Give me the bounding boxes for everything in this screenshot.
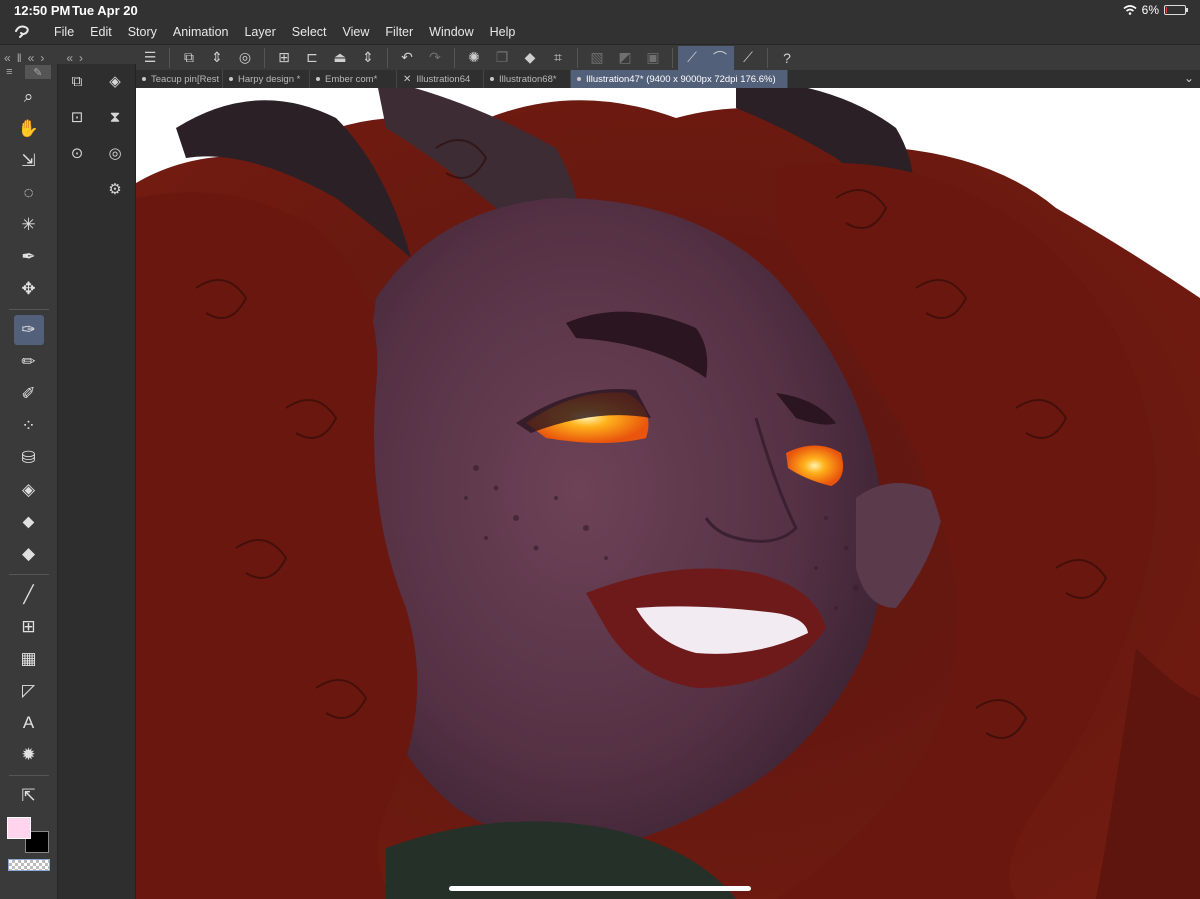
palette-menu-icon[interactable]: ≡ <box>6 66 12 78</box>
menu-layer[interactable]: Layer <box>236 21 283 43</box>
color-swatches <box>6 817 51 857</box>
home-indicator[interactable] <box>449 886 751 891</box>
spiral-icon[interactable]: ◎ <box>231 46 259 70</box>
text-icon[interactable]: A <box>14 708 44 738</box>
layer-settings-icon[interactable]: ⚙ <box>96 175 134 203</box>
open-folder-icon[interactable]: ⊏ <box>298 46 326 70</box>
command-bar: « ‖ « › « › ☰ ⧉ ⇕ ◎ ⊞ ⊏ ⏏ ⇕ ↶ ↷ ✺ ❐ ◆ ⌗ … <box>0 44 1200 70</box>
redo-icon[interactable]: ↷ <box>421 46 449 70</box>
top-bar: 12:50 PM Tue Apr 20 6% File Edit Story A… <box>0 0 1200 44</box>
copy-icon[interactable]: ❐ <box>488 46 516 70</box>
fill-icon[interactable]: ◈ <box>14 475 44 505</box>
battery-percent: 6% <box>1141 3 1159 17</box>
magic-wand-icon[interactable]: ✳ <box>14 210 44 240</box>
loading-icon[interactable]: ✺ <box>460 46 488 70</box>
layer-search-icon[interactable]: ◎ <box>96 139 134 167</box>
airbrush-icon[interactable]: ⁘ <box>14 411 44 441</box>
snap-special-icon[interactable]: ⌒ <box>706 45 734 70</box>
lasso-icon[interactable]: ◌ <box>14 178 44 208</box>
layer-add-icon[interactable]: ⧗ <box>96 103 134 131</box>
tab-illustration47[interactable]: Illustration47* (9400 x 9000px 72dpi 176… <box>571 70 788 88</box>
collapse-left-icon[interactable]: « <box>4 51 11 65</box>
pencil-icon[interactable]: ✏ <box>14 347 44 377</box>
menu-view[interactable]: View <box>335 21 378 43</box>
brush-icon[interactable]: ✐ <box>14 379 44 409</box>
status-date: Tue Apr 20 <box>72 3 138 18</box>
snap-ruler-icon[interactable]: ⟋ <box>678 45 706 70</box>
grip-icon[interactable]: ‖ <box>17 51 22 65</box>
save-icon[interactable]: ⏏ <box>326 46 354 70</box>
drawing-canvas[interactable] <box>136 88 1200 899</box>
grip-icon[interactable]: › <box>40 51 44 65</box>
eyedropper-icon[interactable]: ✒ <box>14 242 44 272</box>
expand-right-icon[interactable]: › <box>79 51 83 65</box>
menu-window[interactable]: Window <box>421 21 481 43</box>
tab-illustration68[interactable]: Illustration68* <box>484 70 571 88</box>
collapse-left-icon[interactable]: « <box>66 51 73 65</box>
chevron-down-icon[interactable]: ⌄ <box>1184 71 1194 85</box>
tab-teacup-pin[interactable]: Teacup pin[Rest <box>136 70 223 88</box>
layer-stack-icon[interactable]: ◈ <box>96 67 134 95</box>
reference-icon[interactable]: ⊡ <box>58 103 96 131</box>
close-icon[interactable]: ✕ <box>403 74 411 85</box>
transform-icon[interactable]: ⧉ <box>175 46 203 70</box>
blend-icon[interactable]: ◆ <box>14 539 44 569</box>
help-icon[interactable]: ? <box>773 46 801 70</box>
status-time: 12:50 PM <box>14 3 71 18</box>
status-indicators: 6% <box>1123 3 1188 17</box>
menu-select[interactable]: Select <box>284 21 335 43</box>
artwork <box>136 88 1200 899</box>
menu-story[interactable]: Story <box>120 21 165 43</box>
fill-icon[interactable]: ◆ <box>516 46 544 70</box>
navigator-icon[interactable]: ⊙ <box>58 139 96 167</box>
menu-filter[interactable]: Filter <box>377 21 421 43</box>
zoom-icon[interactable]: ⌕ <box>14 82 44 112</box>
palette-collapse-controls: « ‖ « › « › <box>0 51 136 65</box>
undo-icon[interactable]: ↶ <box>393 46 421 70</box>
correction-icon[interactable]: ◸ <box>14 676 44 706</box>
layers-icon[interactable]: ⧉ <box>58 67 96 95</box>
app-logo-icon[interactable] <box>0 25 46 39</box>
sub-tool-panel: ⧉ ◈ ⊡ ⧗ ⊙ ◎ ⚙ <box>58 64 136 899</box>
collapse-left-icon[interactable]: « <box>28 51 35 65</box>
line-icon[interactable]: ╱ <box>14 580 44 610</box>
new-layer-icon[interactable]: ⊞ <box>270 46 298 70</box>
frame-icon[interactable]: ⊞ <box>14 612 44 642</box>
menu-bar: File Edit Story Animation Layer Select V… <box>0 21 1200 43</box>
sort-icon[interactable]: ⇕ <box>354 46 382 70</box>
decoration-icon[interactable]: ⛁ <box>14 443 44 473</box>
eraser-icon[interactable]: ⬥ <box>14 507 44 537</box>
document-tabs: Teacup pin[Rest Harpy design * Ember com… <box>136 70 1200 88</box>
main-color-swatch[interactable] <box>6 817 31 839</box>
transparent-color-swatch[interactable] <box>7 859 50 871</box>
snap-grid-icon[interactable]: ⟋ <box>734 46 762 70</box>
tool-palette: ≡ ✎ ⌕ ✋ ⇲ ◌ ✳ ✒ ✥ ✑ ✏ ✐ ⁘ ⛁ ◈ ⬥ ◆ ╱ ⊞ ▦ … <box>0 64 58 899</box>
burst-icon[interactable]: ✹ <box>14 740 44 770</box>
pen-icon[interactable]: ✑ <box>13 315 44 345</box>
tab-harpy-design[interactable]: Harpy design * <box>223 70 310 88</box>
menu-icon[interactable]: ☰ <box>136 46 164 70</box>
hand-icon[interactable]: ✋ <box>14 114 44 144</box>
menu-edit[interactable]: Edit <box>82 21 120 43</box>
gradient-icon[interactable]: ▦ <box>14 644 44 674</box>
wifi-icon <box>1123 5 1137 15</box>
tab-ember-com[interactable]: Ember com* <box>310 70 397 88</box>
battery-icon <box>1164 5 1188 15</box>
menu-animation[interactable]: Animation <box>165 21 237 43</box>
invert-icon[interactable]: ◩ <box>611 46 639 70</box>
menu-file[interactable]: File <box>46 21 82 43</box>
menu-help[interactable]: Help <box>482 21 524 43</box>
hide-selection-icon[interactable]: ▧ <box>583 46 611 70</box>
reorder-icon[interactable]: ⇕ <box>203 46 231 70</box>
tab-illustration64[interactable]: ✕ Illustration64 <box>397 70 484 88</box>
tool-palette-header: ≡ ✎ <box>0 64 57 80</box>
pen-mode-icon[interactable]: ✎ <box>24 65 51 79</box>
border-icon[interactable]: ▣ <box>639 46 667 70</box>
battery-level <box>1166 7 1167 13</box>
operation-icon[interactable]: ⇱ <box>14 781 44 811</box>
move-layer-icon[interactable]: ⇲ <box>14 146 44 176</box>
move-icon[interactable]: ✥ <box>14 274 44 304</box>
crop-icon[interactable]: ⌗ <box>544 46 572 70</box>
